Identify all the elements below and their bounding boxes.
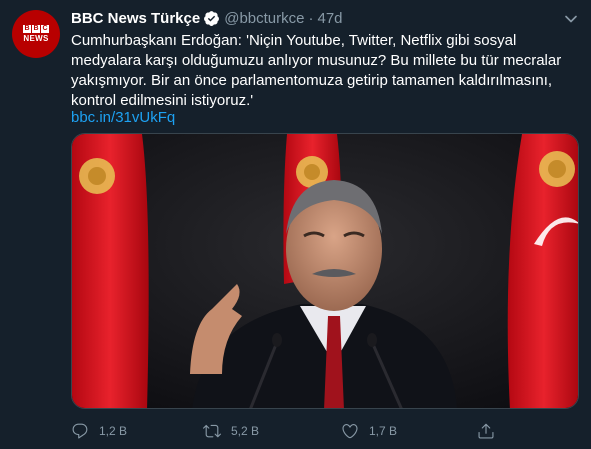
share-icon	[478, 423, 494, 439]
tweet-photo[interactable]	[71, 133, 579, 409]
retweet-icon	[203, 424, 221, 438]
tweet-text-line: Cumhurbaşkanı Erdoğan: 'Niçin Youtube, T…	[71, 32, 517, 49]
chevron-down-icon[interactable]	[561, 9, 581, 29]
tweet-link[interactable]: bbc.in/31vUkFq	[71, 108, 175, 128]
handle[interactable]: @bbcturkce	[224, 10, 304, 27]
reply-icon	[72, 423, 88, 439]
bbc-logo-letter: B	[32, 25, 40, 33]
avatar[interactable]: B B C NEWS	[12, 10, 60, 58]
photo-image	[72, 134, 578, 408]
bbc-logo-blocks: B B C	[23, 25, 49, 33]
verified-badge-icon	[204, 10, 220, 26]
heart-icon	[342, 424, 358, 439]
like-button[interactable]: 1,7 B	[341, 421, 397, 441]
retweet-count: 5,2 B	[231, 424, 260, 438]
display-name[interactable]: BBC News Türkçe	[71, 10, 200, 27]
reply-count: 1,2 B	[99, 424, 128, 438]
tweet-text: Cumhurbaşkanı Erdoğan: 'Niçin Youtube, T…	[71, 31, 579, 111]
bbc-logo-letter: C	[41, 25, 49, 33]
timestamp[interactable]: 47d	[317, 10, 342, 27]
share-button[interactable]	[477, 421, 495, 441]
like-count: 1,7 B	[369, 424, 398, 438]
retweet-button[interactable]: 5,2 B	[203, 421, 259, 441]
bbc-logo-letter: B	[23, 25, 31, 33]
bbc-logo-word: NEWS	[23, 34, 49, 43]
tweet-text-line: medyalara karşı olduğumuzu anlıyor musun…	[71, 52, 562, 69]
tweet-text-line: yakışmıyor. Bir an önce parlamentomuza g…	[71, 72, 553, 89]
reply-button[interactable]: 1,2 B	[71, 421, 127, 441]
separator-dot: ·	[308, 9, 314, 27]
tweet-header: BBC News Türkçe @bbcturkce · 47d	[71, 9, 343, 27]
tweet[interactable]: B B C NEWS BBC News Türkçe @bbcturkce · …	[0, 0, 591, 449]
tweet-actions: 1,2 B 5,2 B 1,7 B	[71, 421, 501, 441]
